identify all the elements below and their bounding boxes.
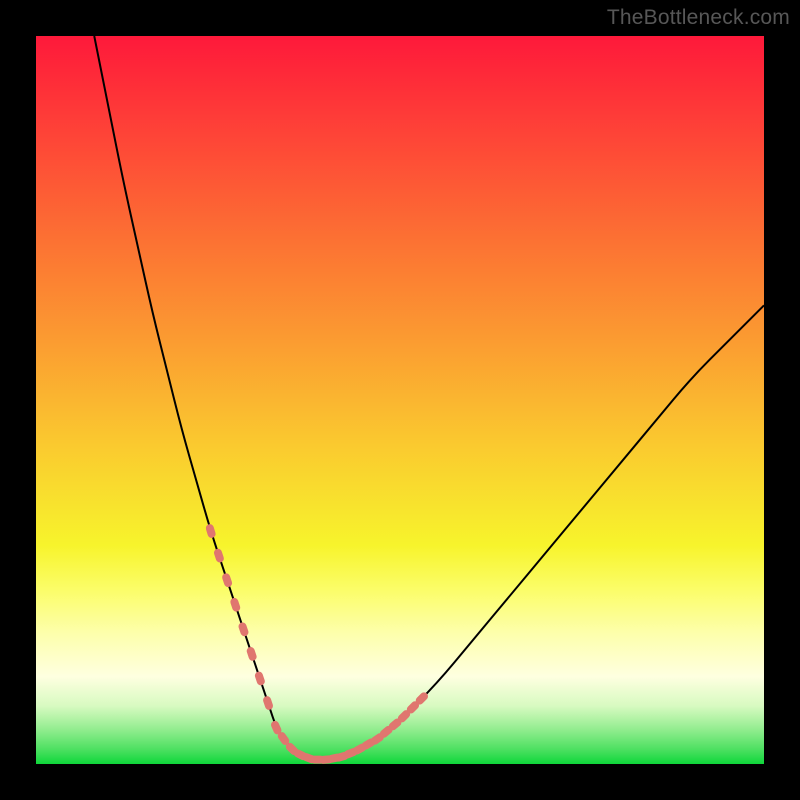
- curve-marker: [246, 646, 258, 662]
- curve-marker: [213, 548, 225, 564]
- curve-marker: [221, 572, 233, 588]
- curve-marker: [254, 671, 266, 687]
- curve-marker: [262, 695, 274, 711]
- curve-marker: [237, 621, 249, 637]
- plot-svg: [36, 36, 764, 764]
- plot-frame: [36, 36, 764, 764]
- watermark-text: TheBottleneck.com: [607, 6, 790, 30]
- bottleneck-curve: [94, 36, 764, 760]
- curve-marker: [229, 597, 241, 613]
- curve-marker: [205, 523, 217, 539]
